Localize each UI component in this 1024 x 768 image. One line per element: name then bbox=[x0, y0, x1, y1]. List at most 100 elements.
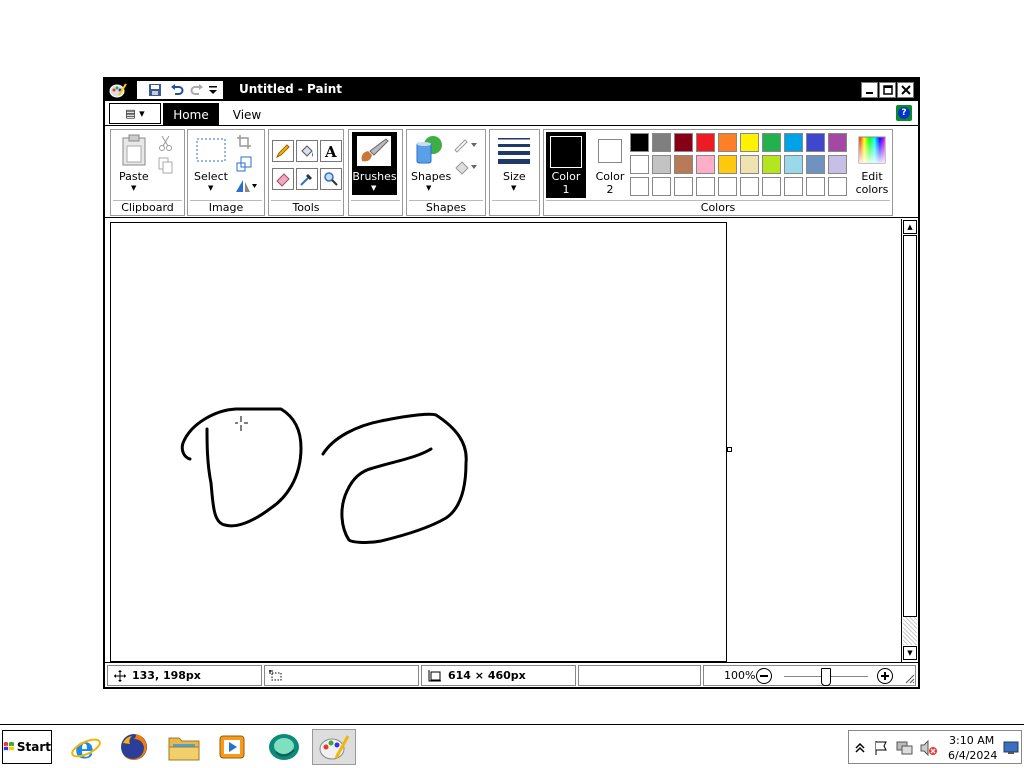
palette-swatch[interactable] bbox=[784, 133, 803, 152]
palette-swatch[interactable] bbox=[674, 155, 693, 174]
palette-swatch[interactable] bbox=[828, 155, 847, 174]
palette-swatch[interactable] bbox=[718, 155, 737, 174]
zoom-slider-thumb[interactable] bbox=[821, 668, 831, 686]
select-button[interactable]: Select ▼ bbox=[192, 132, 230, 194]
tab-home[interactable]: Home bbox=[163, 103, 219, 126]
palette-swatch[interactable] bbox=[740, 177, 759, 196]
taskbar-paint[interactable] bbox=[312, 729, 356, 765]
palette-swatch[interactable] bbox=[806, 133, 825, 152]
palette-swatch[interactable] bbox=[696, 177, 715, 196]
palette-swatch[interactable] bbox=[784, 177, 803, 196]
select-dropdown-arrow[interactable]: ▼ bbox=[208, 184, 213, 192]
zoom-in-button[interactable] bbox=[877, 668, 893, 684]
palette-swatch[interactable] bbox=[806, 177, 825, 196]
palette-swatch[interactable] bbox=[630, 177, 649, 196]
zoom-out-button[interactable] bbox=[756, 668, 772, 684]
save-icon[interactable] bbox=[147, 82, 163, 98]
resize-grip-icon[interactable] bbox=[903, 672, 915, 684]
pencil-tool[interactable] bbox=[272, 140, 294, 162]
resize-icon[interactable] bbox=[236, 156, 252, 172]
palette-swatch[interactable] bbox=[718, 133, 737, 152]
brushes-dropdown-arrow[interactable]: ▼ bbox=[371, 184, 376, 192]
paint-app-icon[interactable] bbox=[109, 82, 127, 98]
clock-time[interactable]: 3:10 AM bbox=[949, 734, 994, 747]
palette-swatch[interactable] bbox=[696, 133, 715, 152]
paste-icon bbox=[122, 134, 146, 166]
customize-qat-icon[interactable] bbox=[207, 82, 219, 98]
size-dropdown-arrow[interactable]: ▼ bbox=[511, 184, 516, 192]
palette-swatch[interactable] bbox=[828, 133, 847, 152]
scroll-up-button[interactable]: ▲ bbox=[903, 220, 917, 234]
copy-icon[interactable] bbox=[157, 156, 175, 174]
eraser-tool[interactable] bbox=[272, 168, 294, 190]
edit-colors-button[interactable]: Edit colors bbox=[852, 132, 892, 198]
palette-swatch[interactable] bbox=[762, 155, 781, 174]
magnifier-tool[interactable] bbox=[320, 168, 342, 190]
vertical-scrollbar[interactable]: ▲ ▼ bbox=[901, 219, 918, 662]
color2-number: 2 bbox=[606, 183, 614, 196]
media-player-icon bbox=[219, 735, 245, 759]
clock-date[interactable]: 6/4/2024 bbox=[948, 749, 997, 762]
scrollbar-thumb[interactable] bbox=[903, 235, 917, 617]
start-button[interactable]: Start bbox=[2, 730, 52, 764]
palette-swatch[interactable] bbox=[630, 133, 649, 152]
tab-view[interactable]: View bbox=[225, 103, 269, 126]
palette-swatch[interactable] bbox=[806, 155, 825, 174]
size-button[interactable]: Size ▼ bbox=[493, 132, 536, 194]
redo-icon[interactable] bbox=[189, 82, 205, 98]
close-button[interactable] bbox=[897, 82, 914, 98]
paste-dropdown-arrow[interactable]: ▼ bbox=[131, 184, 136, 192]
taskbar-firefox[interactable] bbox=[112, 729, 156, 765]
scrollbar-track[interactable] bbox=[903, 617, 917, 645]
palette-swatch[interactable] bbox=[630, 155, 649, 174]
network-icon[interactable] bbox=[896, 740, 914, 756]
help-button[interactable]: ? bbox=[896, 105, 912, 121]
outline-button[interactable] bbox=[453, 136, 479, 154]
fill-tool[interactable] bbox=[296, 140, 318, 162]
canvas-resize-handle[interactable] bbox=[727, 447, 732, 452]
palette-swatch[interactable] bbox=[652, 133, 671, 152]
show-hidden-icons-icon[interactable] bbox=[855, 742, 865, 754]
brushes-button[interactable]: Brushes ▼ bbox=[352, 132, 397, 195]
palette-swatch[interactable] bbox=[762, 133, 781, 152]
drawing-canvas[interactable] bbox=[110, 222, 727, 662]
taskbar-app-green[interactable] bbox=[262, 729, 306, 765]
palette-swatch[interactable] bbox=[740, 155, 759, 174]
shapes-button[interactable]: Shapes ▼ bbox=[409, 132, 451, 194]
action-center-flag-icon[interactable] bbox=[873, 740, 889, 756]
palette-swatch[interactable] bbox=[784, 155, 803, 174]
show-desktop-icon[interactable] bbox=[1003, 741, 1019, 755]
color2-button[interactable]: Color 2 bbox=[590, 132, 630, 198]
taskbar-internet-explorer[interactable]: e bbox=[64, 729, 108, 765]
title-bar[interactable]: Untitled - Paint bbox=[105, 79, 918, 101]
volume-muted-icon[interactable] bbox=[920, 740, 938, 756]
outline-icon bbox=[454, 139, 477, 153]
undo-icon[interactable] bbox=[169, 82, 185, 98]
palette-swatch[interactable] bbox=[674, 133, 693, 152]
palette-swatch[interactable] bbox=[718, 177, 737, 196]
palette-swatch[interactable] bbox=[828, 177, 847, 196]
maximize-icon bbox=[882, 85, 893, 95]
paste-button[interactable]: Paste ▼ bbox=[113, 132, 153, 194]
crop-icon[interactable] bbox=[236, 134, 252, 150]
stroke-loop-shape bbox=[321, 412, 468, 545]
shapes-dropdown-arrow[interactable]: ▼ bbox=[426, 184, 431, 192]
palette-swatch[interactable] bbox=[740, 133, 759, 152]
fill-button[interactable] bbox=[453, 158, 479, 176]
scroll-down-button[interactable]: ▼ bbox=[903, 646, 917, 660]
palette-swatch[interactable] bbox=[696, 155, 715, 174]
file-menu-button[interactable]: ▤ ▾ bbox=[109, 103, 161, 124]
palette-swatch[interactable] bbox=[652, 155, 671, 174]
rotate-icon[interactable] bbox=[234, 178, 258, 194]
cut-icon[interactable] bbox=[157, 134, 175, 152]
palette-swatch[interactable] bbox=[762, 177, 781, 196]
palette-swatch[interactable] bbox=[652, 177, 671, 196]
palette-swatch[interactable] bbox=[674, 177, 693, 196]
taskbar-file-explorer[interactable] bbox=[162, 729, 206, 765]
minimize-button[interactable] bbox=[861, 82, 878, 98]
color-picker-tool[interactable] bbox=[296, 168, 318, 190]
color1-button[interactable]: Color 1 bbox=[546, 132, 586, 198]
maximize-button[interactable] bbox=[879, 82, 896, 98]
text-tool[interactable]: A bbox=[320, 140, 342, 162]
taskbar-media-player[interactable] bbox=[210, 729, 254, 765]
